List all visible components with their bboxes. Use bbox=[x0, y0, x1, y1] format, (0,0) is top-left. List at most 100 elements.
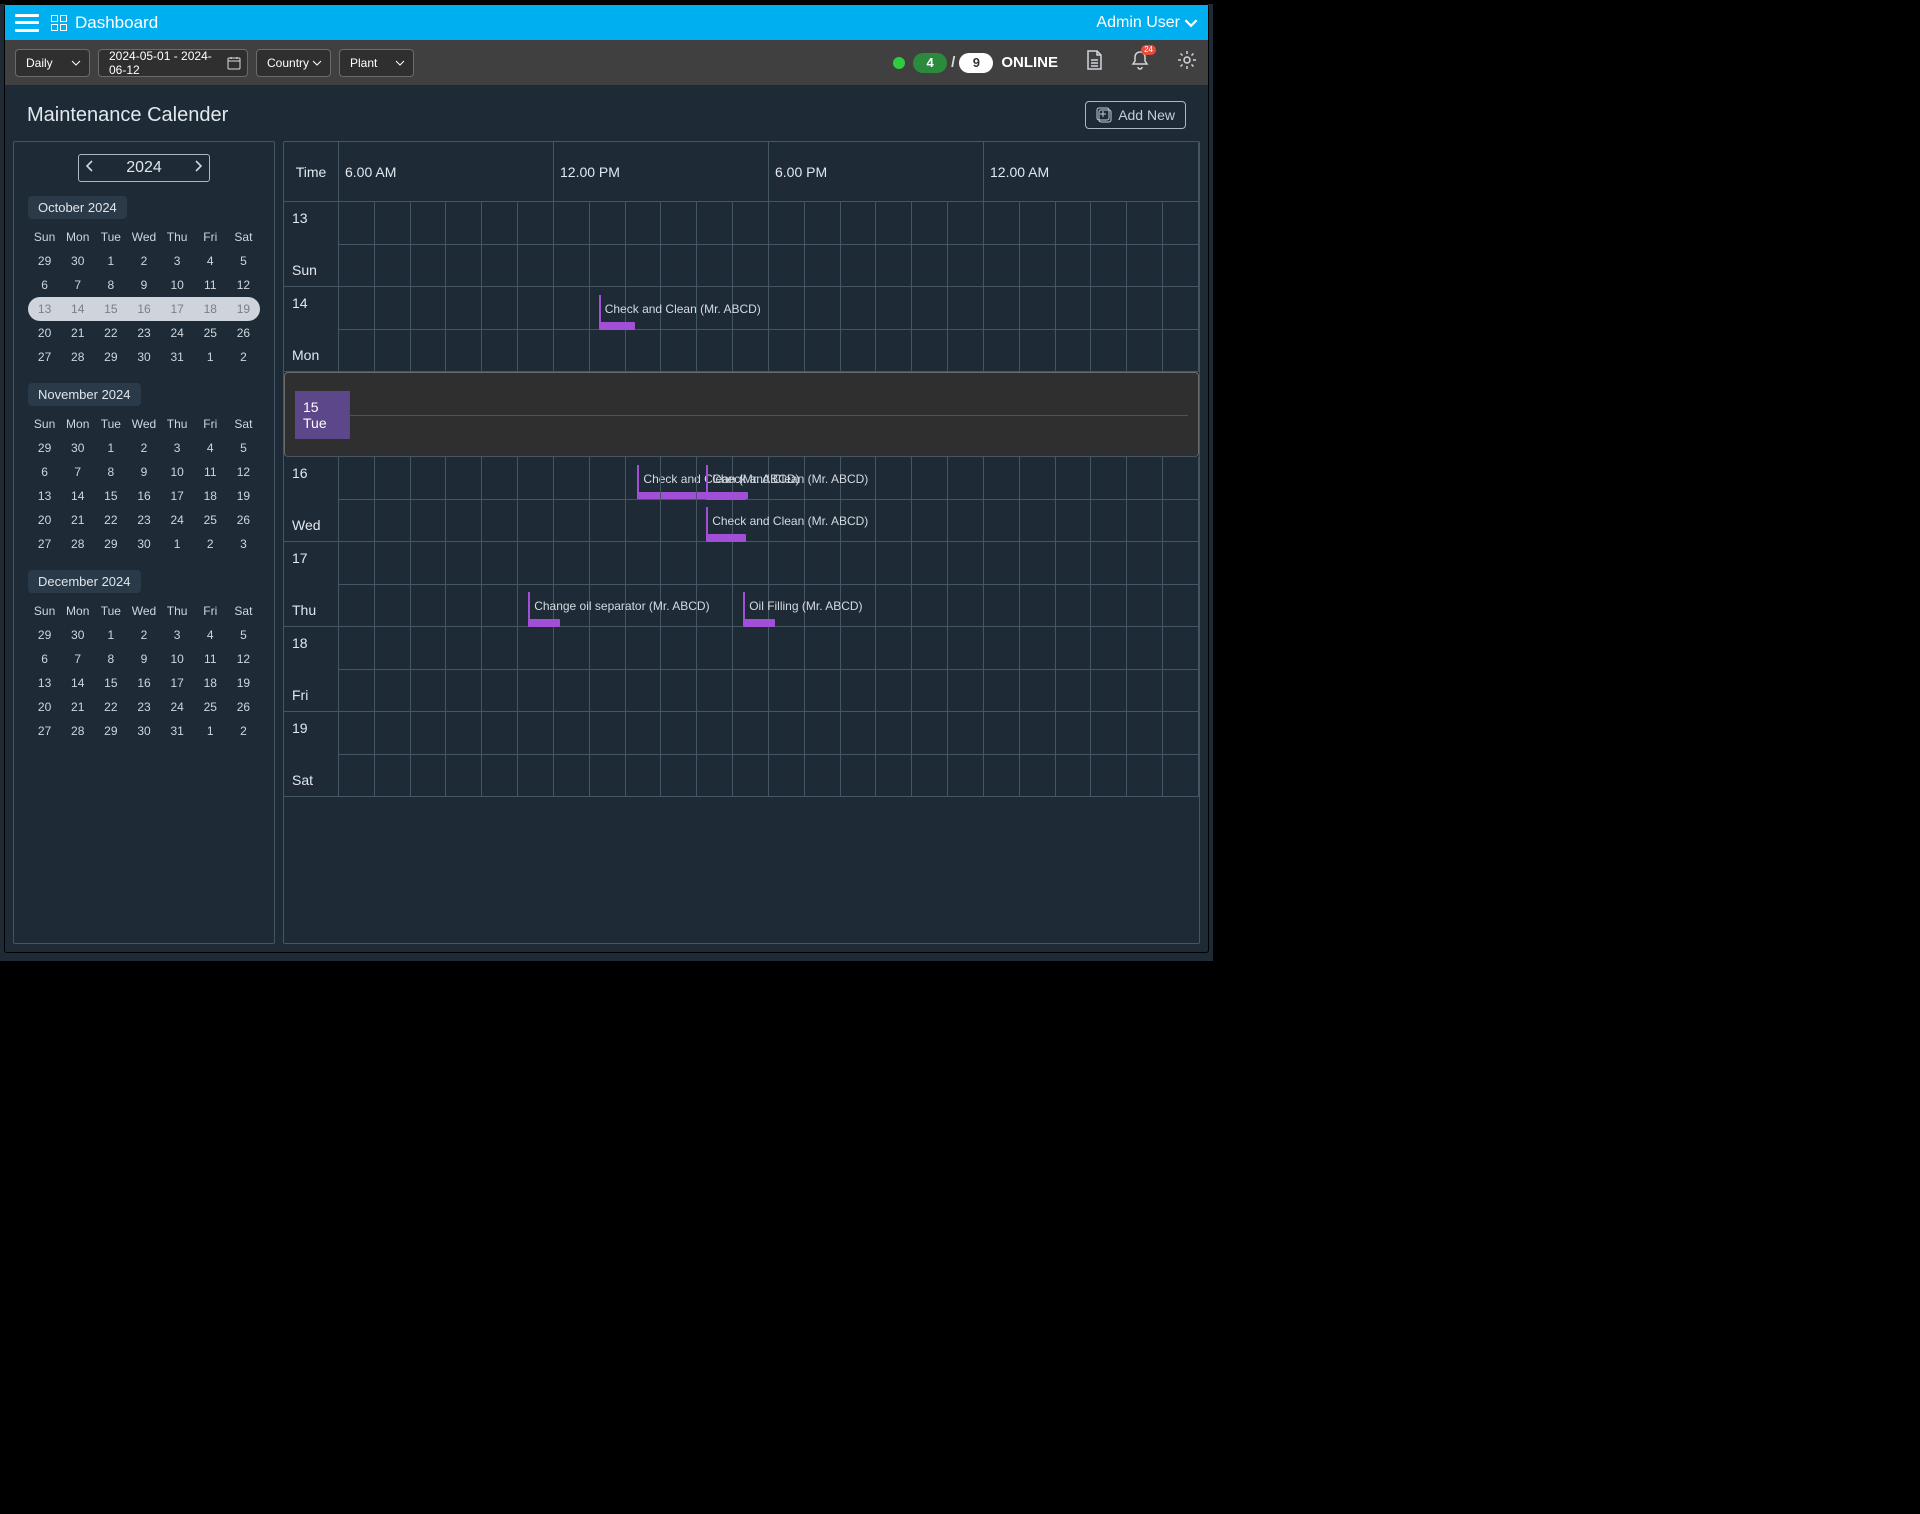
event-bar[interactable] bbox=[743, 619, 775, 627]
event-label[interactable]: Check and Clean (Mr. ABCD) bbox=[706, 465, 868, 493]
calendar-day[interactable]: 16 bbox=[127, 671, 160, 695]
calendar-day[interactable]: 29 bbox=[94, 719, 127, 743]
calendar-day[interactable]: 14 bbox=[61, 297, 94, 321]
calendar-day[interactable]: 5 bbox=[227, 249, 260, 273]
day-row[interactable]: 16WedCheck and Clean (Mr. ABCD)Check and… bbox=[284, 457, 1199, 542]
event-bar[interactable] bbox=[706, 534, 746, 542]
calendar-day[interactable]: 25 bbox=[194, 508, 227, 532]
calendar-day[interactable]: 6 bbox=[28, 647, 61, 671]
calendar-day[interactable]: 11 bbox=[194, 460, 227, 484]
day-row[interactable]: 15TueCheck and Clean (Mr. ABCD) bbox=[284, 372, 1199, 457]
calendar-day[interactable]: 17 bbox=[161, 297, 194, 321]
calendar-day[interactable]: 5 bbox=[227, 623, 260, 647]
calendar-day[interactable]: 30 bbox=[61, 436, 94, 460]
calendar-day[interactable]: 2 bbox=[127, 623, 160, 647]
calendar-day[interactable]: 8 bbox=[94, 273, 127, 297]
menu-button[interactable] bbox=[15, 14, 39, 32]
calendar-day[interactable]: 21 bbox=[61, 695, 94, 719]
calendar-day[interactable]: 3 bbox=[227, 532, 260, 556]
calendar-day[interactable]: 16 bbox=[127, 484, 160, 508]
calendar-day[interactable]: 17 bbox=[161, 484, 194, 508]
calendar-day[interactable]: 2 bbox=[227, 345, 260, 369]
calendar-day[interactable]: 15 bbox=[94, 484, 127, 508]
calendar-day[interactable]: 1 bbox=[194, 719, 227, 743]
calendar-day[interactable]: 30 bbox=[61, 623, 94, 647]
calendar-day[interactable]: 14 bbox=[61, 671, 94, 695]
calendar-day[interactable]: 26 bbox=[227, 508, 260, 532]
calendar-day[interactable]: 21 bbox=[61, 321, 94, 345]
calendar-day[interactable]: 29 bbox=[28, 436, 61, 460]
calendar-day[interactable]: 23 bbox=[127, 508, 160, 532]
calendar-day[interactable]: 2 bbox=[227, 719, 260, 743]
calendar-day[interactable]: 23 bbox=[127, 695, 160, 719]
calendar-day[interactable]: 27 bbox=[28, 719, 61, 743]
calendar-day[interactable]: 3 bbox=[161, 436, 194, 460]
calendar-day[interactable]: 24 bbox=[161, 508, 194, 532]
document-button[interactable] bbox=[1084, 49, 1104, 76]
calendar-day[interactable]: 29 bbox=[28, 249, 61, 273]
calendar-day[interactable]: 18 bbox=[194, 297, 227, 321]
calendar-day[interactable]: 7 bbox=[61, 647, 94, 671]
calendar-day[interactable]: 10 bbox=[161, 273, 194, 297]
calendar-day[interactable]: 24 bbox=[161, 321, 194, 345]
event-bar[interactable] bbox=[528, 619, 560, 627]
calendar-day[interactable]: 8 bbox=[94, 647, 127, 671]
user-menu[interactable]: Admin User bbox=[1096, 14, 1198, 32]
view-select[interactable]: Daily bbox=[15, 49, 90, 77]
event-label[interactable]: Check and Clean (Mr. ABCD) bbox=[599, 295, 761, 323]
calendar-day[interactable]: 3 bbox=[161, 623, 194, 647]
calendar-day[interactable]: 13 bbox=[28, 297, 61, 321]
calendar-day[interactable]: 9 bbox=[127, 273, 160, 297]
calendar-day[interactable]: 6 bbox=[28, 273, 61, 297]
calendar-day[interactable]: 12 bbox=[227, 273, 260, 297]
calendar-day[interactable]: 16 bbox=[127, 297, 160, 321]
calendar-day[interactable]: 15 bbox=[94, 297, 127, 321]
calendar-day[interactable]: 22 bbox=[94, 508, 127, 532]
calendar-day[interactable]: 10 bbox=[161, 460, 194, 484]
calendar-day[interactable]: 25 bbox=[194, 695, 227, 719]
settings-button[interactable] bbox=[1176, 49, 1198, 76]
calendar-day[interactable]: 31 bbox=[161, 719, 194, 743]
calendar-day[interactable]: 1 bbox=[161, 532, 194, 556]
event-bar[interactable] bbox=[599, 322, 635, 330]
day-row[interactable]: 17ThuChange oil separator (Mr. ABCD)Oil … bbox=[284, 542, 1199, 627]
calendar-day[interactable]: 20 bbox=[28, 508, 61, 532]
calendar-day[interactable]: 4 bbox=[194, 249, 227, 273]
calendar-day[interactable]: 1 bbox=[194, 345, 227, 369]
calendar-day[interactable]: 7 bbox=[61, 460, 94, 484]
calendar-day[interactable]: 23 bbox=[127, 321, 160, 345]
calendar-day[interactable]: 30 bbox=[127, 345, 160, 369]
day-row[interactable]: 18Fri bbox=[284, 627, 1199, 712]
calendar-day[interactable]: 5 bbox=[227, 436, 260, 460]
calendar-day[interactable]: 29 bbox=[94, 345, 127, 369]
calendar-day[interactable]: 28 bbox=[61, 719, 94, 743]
calendar-day[interactable]: 8 bbox=[94, 460, 127, 484]
notifications-button[interactable]: 24 bbox=[1130, 49, 1150, 76]
calendar-day[interactable]: 7 bbox=[61, 273, 94, 297]
day-row[interactable]: 19Sat bbox=[284, 712, 1199, 797]
calendar-day[interactable]: 14 bbox=[61, 484, 94, 508]
calendar-day[interactable]: 1 bbox=[94, 249, 127, 273]
calendar-day[interactable]: 22 bbox=[94, 695, 127, 719]
calendar-day[interactable]: 29 bbox=[94, 532, 127, 556]
calendar-day[interactable]: 2 bbox=[127, 249, 160, 273]
calendar-day[interactable]: 12 bbox=[227, 647, 260, 671]
calendar-day[interactable]: 13 bbox=[28, 484, 61, 508]
date-range-picker[interactable]: 2024-05-01 - 2024-06-12 bbox=[98, 49, 248, 77]
calendar-day[interactable]: 25 bbox=[194, 321, 227, 345]
event-label[interactable]: Change oil separator (Mr. ABCD) bbox=[528, 592, 709, 620]
calendar-day[interactable]: 9 bbox=[127, 647, 160, 671]
calendar-day[interactable]: 31 bbox=[161, 345, 194, 369]
calendar-day[interactable]: 22 bbox=[94, 321, 127, 345]
plant-select[interactable]: Plant bbox=[339, 49, 414, 77]
calendar-day[interactable]: 4 bbox=[194, 623, 227, 647]
calendar-day[interactable]: 2 bbox=[127, 436, 160, 460]
country-select[interactable]: Country bbox=[256, 49, 331, 77]
calendar-day[interactable]: 17 bbox=[161, 671, 194, 695]
calendar-day[interactable]: 27 bbox=[28, 345, 61, 369]
next-year-button[interactable] bbox=[193, 159, 203, 177]
calendar-day[interactable]: 6 bbox=[28, 460, 61, 484]
calendar-day[interactable]: 9 bbox=[127, 460, 160, 484]
calendar-day[interactable]: 1 bbox=[94, 623, 127, 647]
add-new-button[interactable]: Add New bbox=[1085, 101, 1186, 129]
